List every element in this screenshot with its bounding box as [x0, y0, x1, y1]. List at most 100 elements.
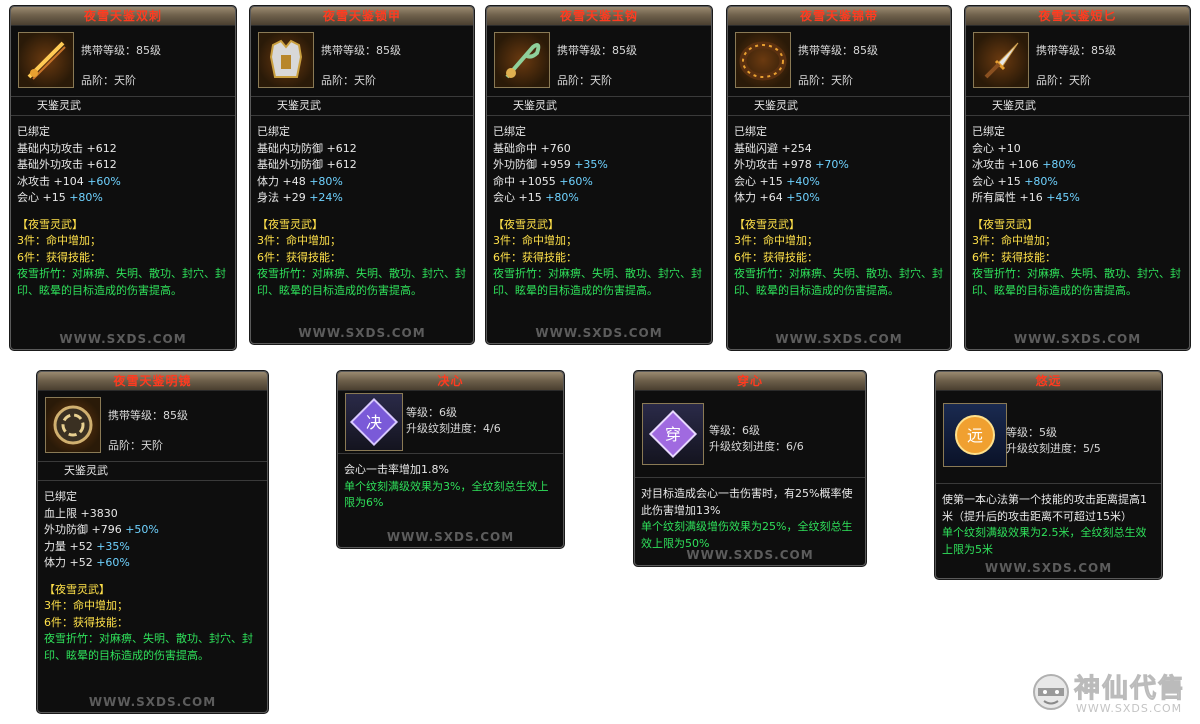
set-bonus-6: 6件：获得技能： [972, 250, 1056, 264]
set-name: 【夜雪灵武】 [972, 217, 1038, 231]
mirror-icon [45, 397, 101, 453]
stat-line: 基础外功攻击 +612 [17, 158, 117, 171]
set-bonus-3: 3件：命中增加； [257, 234, 341, 247]
stat-line: 所有属性 +16 +45% [972, 191, 1080, 204]
carry-level: 携带等级：85级 [81, 44, 161, 57]
stat-line: 会心 +15 +40% [734, 174, 820, 188]
gem-title: 悠远 [936, 372, 1161, 391]
engrave-progress: 升级纹刻进度：5/5 [1006, 442, 1101, 455]
skill-description: 夜雪折竹：对麻痹、失明、散功、封穴、封印、眩晕的目标造成的伤害提高。 [734, 267, 943, 297]
stat-line: 会心 +15 +80% [17, 191, 103, 204]
watermark: WWW.SXDS.COM [59, 332, 187, 346]
stat-line: 体力 +64 +50% [734, 191, 820, 204]
item-card: 夜雪天鉴明镜 携带等级：85级 品阶：天阶 天鉴灵武 已绑定 血上限 +3830… [37, 371, 268, 713]
item-title: 夜雪天鉴明镜 [38, 372, 267, 391]
watermark: WWW.SXDS.COM [298, 326, 426, 340]
skill-description: 夜雪折竹：对麻痹、失明、散功、封穴、封印、眩晕的目标造成的伤害提高。 [493, 267, 702, 297]
item-category: 天鉴灵武 [11, 97, 235, 116]
stat-line: 外功防御 +959 +35% [493, 158, 608, 171]
stat-line: 力量 +52 +35% [44, 539, 130, 553]
skill-description: 夜雪折竹：对麻痹、失明、散功、封穴、封印、眩晕的目标造成的伤害提高。 [257, 267, 466, 297]
watermark: WWW.SXDS.COM [686, 548, 814, 562]
gem-title: 穿心 [635, 372, 865, 391]
mascot-icon [1033, 674, 1069, 710]
item-category: 天鉴灵武 [487, 97, 711, 116]
chuan-gem-icon: 穿 [642, 403, 704, 465]
jue-gem-icon: 决 [345, 393, 403, 451]
item-grade: 品阶：天阶 [321, 74, 376, 87]
stat-line: 冰攻击 +104 +60% [17, 174, 121, 188]
item-title: 夜雪天鉴玉钩 [487, 7, 711, 26]
set-bonus-6: 6件：获得技能： [493, 250, 577, 264]
set-bonus-3: 3件：命中增加； [44, 599, 128, 612]
gem-note: 单个纹刻满级效果为3%，全纹刻总生效上限为6% [344, 479, 549, 510]
stat-line: 基础外功防御 +612 [257, 158, 357, 171]
item-grade: 品阶：天阶 [557, 74, 612, 87]
site-logo: 神仙代售 WWW.SXDS.COM [1030, 664, 1190, 718]
stat-line: 冰攻击 +106 +80% [972, 158, 1076, 171]
stat-line: 外功防御 +796 +50% [44, 523, 159, 536]
item-title: 夜雪天鉴锁甲 [251, 7, 473, 26]
dual-dagger-icon [18, 32, 74, 88]
bound-status: 已绑定 [493, 125, 526, 138]
watermark: WWW.SXDS.COM [984, 561, 1113, 575]
carry-level: 携带等级：85级 [1036, 44, 1116, 57]
gem-description: 使第一本心法第一个技能的攻击距离提高1米（提升后的攻击距离不可超过15米） [942, 493, 1147, 523]
set-bonus-3: 3件：命中增加； [493, 234, 577, 247]
gem-card: 穿心 穿 等级：6级 升级纹刻进度：6/6 对目标造成会心一击伤害时，有25%概… [634, 371, 866, 566]
svg-text:决: 决 [366, 413, 382, 432]
gem-level: 等级：6级 [709, 424, 760, 437]
stat-line: 身法 +29 +24% [257, 191, 343, 204]
item-card: 夜雪天鉴锁甲 携带等级：85级 品阶：天阶 天鉴灵武 已绑定 基础内功防御 +6… [250, 6, 474, 344]
carry-level: 携带等级：85级 [798, 44, 878, 57]
skill-description: 夜雪折竹：对麻痹、失明、散功、封穴、封印、眩晕的目标造成的伤害提高。 [17, 267, 226, 297]
carry-level: 携带等级：85级 [557, 44, 637, 57]
stat-line: 会心 +15 +80% [493, 191, 579, 204]
stat-line: 基础内功攻击 +612 [17, 141, 117, 155]
set-bonus-3: 3件：命中增加； [972, 234, 1056, 247]
stat-line: 基础内功防御 +612 [257, 141, 357, 155]
item-grade: 品阶：天阶 [1036, 74, 1091, 87]
stat-line: 命中 +1055 +60% [493, 174, 593, 188]
svg-text:远: 远 [967, 426, 983, 445]
gem-card: 决心 决 等级：6级 升级纹刻进度：4/6 会心一击率增加1.8% 单个纹刻满级… [337, 371, 564, 548]
item-card: 夜雪天鉴玉钩 携带等级：85级 品阶：天阶 天鉴灵武 已绑定 基础命中 +760… [486, 6, 712, 344]
skill-description: 夜雪折竹：对麻痹、失明、散功、封穴、封印、眩晕的目标造成的伤害提高。 [972, 267, 1181, 297]
short-dagger-icon [973, 32, 1029, 88]
item-category: 天鉴灵武 [728, 97, 950, 116]
gem-note: 单个纹刻满级效果为2.5米，全纹刻总生效上限为5米 [942, 526, 1147, 556]
logo-url: WWW.SXDS.COM [1076, 702, 1183, 715]
yuan-gem-icon: 远 [943, 403, 1007, 467]
watermark: WWW.SXDS.COM [386, 530, 515, 544]
item-category: 天鉴灵武 [38, 462, 267, 481]
gem-card: 悠远 远 等级：5级 升级纹刻进度：5/5 使第一本心法第一个技能的攻击距离提高… [935, 371, 1162, 579]
gem-title: 决心 [338, 372, 563, 391]
jade-hook-icon [494, 32, 550, 88]
chest-armor-icon [258, 32, 314, 88]
gem-description: 对目标造成会心一击伤害时，有25%概率使此伤害增加13% [641, 487, 853, 517]
set-bonus-6: 6件：获得技能： [44, 615, 128, 629]
logo-name: 神仙代售 [1073, 674, 1187, 705]
set-name: 【夜雪灵武】 [493, 217, 559, 231]
skill-description: 夜雪折竹：对麻痹、失明、散功、封穴、封印、眩晕的目标造成的伤害提高。 [44, 632, 253, 662]
set-bonus-6: 6件：获得技能： [734, 250, 818, 264]
gem-description: 会心一击率增加1.8% [344, 463, 449, 476]
set-bonus-3: 3件：命中增加； [734, 234, 818, 247]
set-bonus-3: 3件：命中增加； [17, 234, 101, 247]
stat-line: 外功攻击 +978 +70% [734, 158, 849, 171]
set-name: 【夜雪灵武】 [17, 217, 83, 231]
stat-line: 基础命中 +760 [493, 141, 571, 155]
item-category: 天鉴灵武 [251, 97, 473, 116]
watermark: WWW.SXDS.COM [1013, 332, 1142, 346]
engrave-progress: 升级纹刻进度：4/6 [406, 422, 501, 435]
set-name: 【夜雪灵武】 [257, 217, 323, 231]
item-card: 夜雪天鉴双刺 携带等级：85级 品阶：天阶 天鉴灵武 已绑定 基础内功攻击 +6… [10, 6, 236, 350]
set-name: 【夜雪灵武】 [44, 582, 110, 596]
stat-line: 会心 +10 [972, 141, 1021, 155]
bound-status: 已绑定 [972, 125, 1005, 138]
watermark: WWW.SXDS.COM [775, 332, 903, 346]
carry-level: 携带等级：85级 [108, 409, 188, 422]
set-bonus-6: 6件：获得技能： [257, 250, 341, 264]
item-grade: 品阶：天阶 [798, 74, 853, 87]
set-bonus-6: 6件：获得技能： [17, 250, 101, 264]
